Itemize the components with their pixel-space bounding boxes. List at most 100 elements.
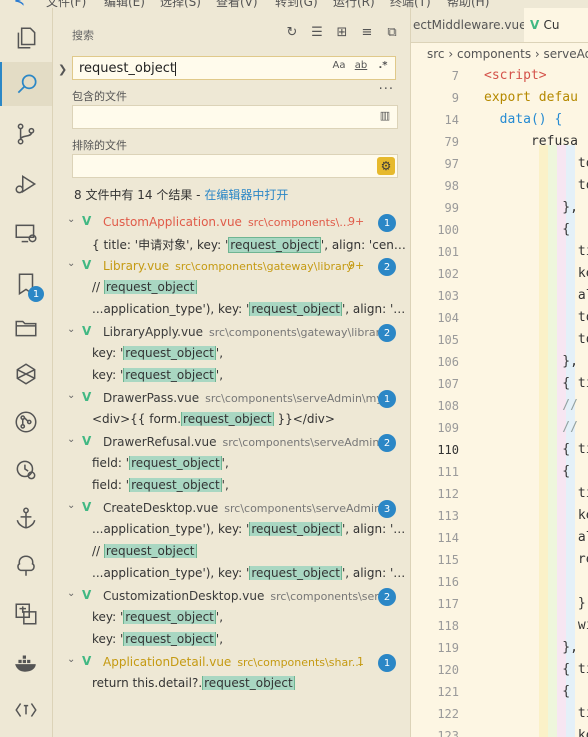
folder-icon[interactable]	[0, 306, 52, 350]
source-control-icon[interactable]	[0, 112, 52, 156]
activity-bar: 1	[0, 8, 53, 737]
code-line: 108 // r	[411, 395, 588, 417]
result-match-row[interactable]: ...application_type'), key: ' request_obj…	[53, 563, 410, 585]
menu-terminal[interactable]: 终端(T)	[390, 0, 431, 8]
result-match-row[interactable]: // request_object	[53, 541, 410, 563]
refresh-icon[interactable]: ↻	[284, 24, 300, 40]
view-as-tree-icon[interactable]: ≡	[359, 24, 375, 40]
line-text: ke	[484, 508, 588, 523]
result-match-row[interactable]: field: ' request_object ',	[53, 475, 410, 497]
result-file-row[interactable]: ⌄ V DrawerRefusal.vue src\components\serveA…	[53, 431, 410, 453]
menu-go[interactable]: 转到(G)	[275, 0, 318, 8]
chevron-down-icon[interactable]: ⌄	[67, 434, 75, 445]
chevron-down-icon[interactable]: ⌄	[67, 588, 75, 599]
result-match-row[interactable]: <div>{{ form. request_object }}</div>	[53, 409, 410, 431]
code-view[interactable]: 7 <script> 9 export defau 14 data() {79 refu…	[411, 65, 588, 737]
result-file-row[interactable]: ⌄ V DrawerPass.vue src\components\serveAdmi…	[53, 387, 410, 409]
chevron-down-icon[interactable]: ⌄	[67, 258, 75, 269]
result-match-row[interactable]: return this.detail?. request_object	[53, 673, 410, 695]
result-file-row[interactable]: ⌄ V Library.vue src\components\gateway\libr…	[53, 255, 410, 277]
chevron-down-icon[interactable]: ⌄	[67, 500, 75, 511]
chevron-down-icon[interactable]: ⌄	[67, 324, 75, 335]
code-line: 101 ti	[411, 241, 588, 263]
menu-file[interactable]: 文件(F)	[46, 0, 86, 8]
result-file-row[interactable]: ⌄ V CustomApplication.vue src\components\..…	[53, 211, 410, 233]
code-line: 105 to	[411, 329, 588, 351]
template-tag-icon[interactable]	[0, 688, 52, 732]
code-line: 113 ke	[411, 505, 588, 527]
tab-middleware[interactable]: ectMiddleware.vue	[411, 8, 525, 42]
result-match-row[interactable]: key: ' request_object ',	[53, 343, 410, 365]
match-highlight: request_object	[181, 412, 274, 426]
menu-edit[interactable]: 编辑(E)	[104, 0, 145, 8]
result-file-row[interactable]: ⌄ V CustomizationDesktop.vue src\components…	[53, 585, 410, 607]
search-icon[interactable]	[0, 62, 52, 106]
menu-selection[interactable]: 选择(S)	[160, 0, 201, 8]
match-count-badge: 1	[378, 654, 396, 672]
match-case-toggle[interactable]: Aa	[331, 60, 347, 71]
result-match-row[interactable]: ...application_type'), key: ' request_obj…	[53, 299, 410, 321]
open-editors-only-icon[interactable]: ▥	[377, 109, 393, 125]
tree-icon[interactable]	[0, 544, 52, 588]
line-number: 112	[437, 487, 459, 501]
code-line: 79 refusa	[411, 131, 588, 153]
menu-view[interactable]: 查看(V)	[216, 0, 258, 8]
collapse-all-icon[interactable]: ⧉	[384, 24, 400, 40]
line-number: 104	[437, 311, 459, 325]
explorer-icon[interactable]	[0, 16, 52, 60]
chevron-down-icon[interactable]: ⌄	[67, 654, 75, 665]
breadcrumb-serveadmin[interactable]: serveAd	[544, 47, 588, 61]
tab-active-vue[interactable]: V Cu	[524, 8, 588, 42]
chevron-down-icon[interactable]: ⌄	[67, 390, 75, 401]
breadcrumb-components[interactable]: components	[457, 47, 531, 61]
breadcrumb-src[interactable]: src	[427, 47, 445, 61]
match-text: key: ' request_object ',	[92, 632, 410, 646]
timeline-icon[interactable]	[0, 448, 52, 492]
result-match-row[interactable]: key: ' request_object ',	[53, 607, 410, 629]
translate-icon[interactable]	[0, 592, 52, 636]
use-exclude-settings-icon[interactable]: ⚙	[377, 157, 395, 175]
git-graph-icon[interactable]	[0, 400, 52, 444]
new-search-editor-icon[interactable]: ⊞	[334, 24, 350, 40]
result-match-row[interactable]: field: ' request_object ',	[53, 453, 410, 475]
open-in-editor-link[interactable]: 在编辑器中打开	[204, 188, 288, 202]
include-files-input[interactable]: ▥	[72, 105, 398, 129]
docker-icon[interactable]	[0, 640, 52, 684]
extensions-icon[interactable]	[0, 352, 52, 396]
result-match-row[interactable]: key: ' request_object ',	[53, 629, 410, 651]
result-match-row[interactable]: // request_object	[53, 277, 410, 299]
toggle-search-details-icon[interactable]: ···	[379, 82, 394, 97]
code-line: 97 to	[411, 153, 588, 175]
anchor-icon[interactable]	[0, 496, 52, 540]
code-line: 114 al	[411, 527, 588, 549]
search-input[interactable]: request_object Aa ab .*	[72, 56, 396, 80]
bookmarks-icon[interactable]: 1	[0, 262, 52, 306]
menu-run[interactable]: 运行(R)	[333, 0, 375, 8]
line-number: 117	[437, 597, 459, 611]
result-file-row[interactable]: ⌄ V ApplicationDetail.vue src\components\sh…	[53, 651, 410, 673]
toggle-replace-chevron-icon[interactable]: ❯	[58, 63, 67, 76]
match-suffix: ', align: 'cent...	[341, 302, 410, 316]
exclude-files-input[interactable]: ⚙	[72, 154, 398, 178]
breadcrumb: src › components › serveAd	[411, 43, 588, 65]
result-match-row[interactable]: { title: '申请对象', key: ' request_object ', …	[53, 233, 410, 255]
clear-results-icon[interactable]: ☰	[309, 24, 325, 40]
menu-help[interactable]: 帮助(H)	[447, 0, 489, 8]
run-debug-icon[interactable]	[0, 162, 52, 206]
line-number: 106	[437, 355, 459, 369]
use-regex-toggle[interactable]: .*	[375, 60, 391, 71]
result-file-row[interactable]: ⌄ V LibraryApply.vue src\components\gateway…	[53, 321, 410, 343]
line-number: 119	[437, 641, 459, 655]
remote-explorer-icon[interactable]	[0, 212, 52, 256]
result-match-row[interactable]: key: ' request_object ',	[53, 365, 410, 387]
file-path-text: src\components\serveAdmin...	[224, 502, 392, 515]
line-number: 108	[437, 399, 459, 413]
result-file-row[interactable]: ⌄ V CreateDesktop.vue src\components\serveA…	[53, 497, 410, 519]
chevron-down-icon[interactable]: ⌄	[67, 214, 75, 225]
match-whole-word-toggle[interactable]: ab	[353, 60, 369, 71]
line-number: 109	[437, 421, 459, 435]
code-line: 103 al	[411, 285, 588, 307]
match-text: return this.detail?. request_object	[92, 676, 410, 690]
result-match-row[interactable]: ...application_type'), key: ' request_obj…	[53, 519, 410, 541]
match-highlight: request_object	[129, 456, 222, 470]
